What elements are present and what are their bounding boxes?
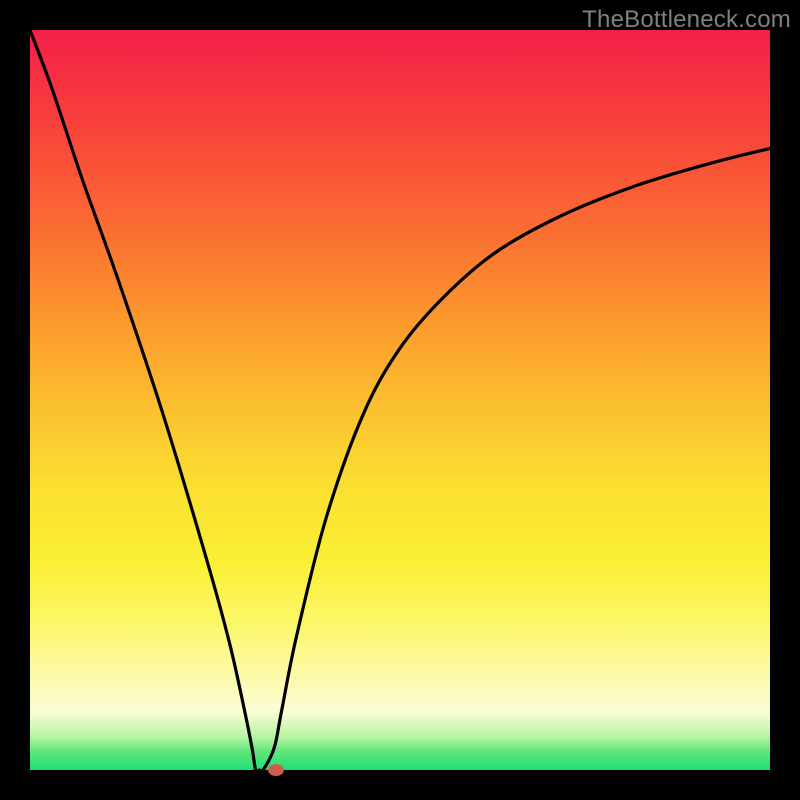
plot-area bbox=[30, 30, 770, 770]
chart-frame: TheBottleneck.com bbox=[0, 0, 800, 800]
bottleneck-curve bbox=[30, 30, 770, 770]
